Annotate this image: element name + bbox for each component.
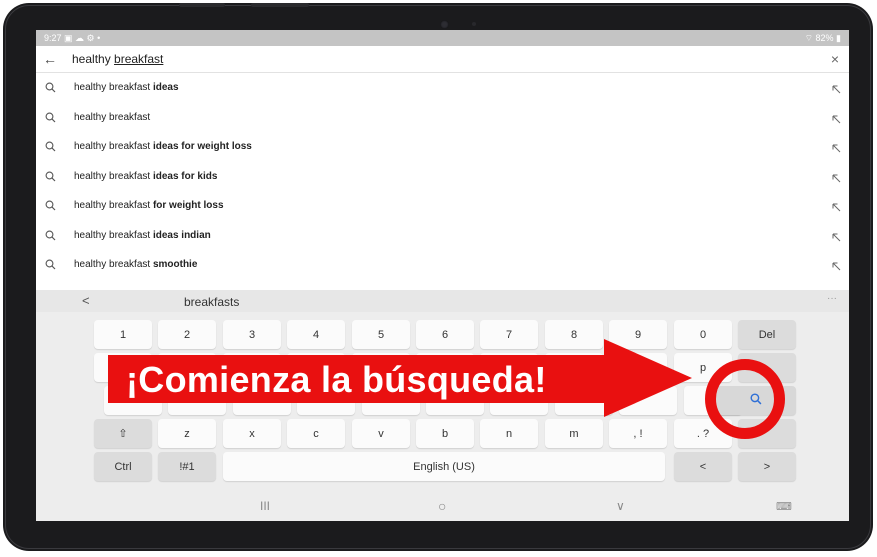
suggestion-item[interactable]: healthy breakfast ideas	[36, 73, 849, 103]
key-4[interactable]: v	[352, 419, 410, 448]
search-input[interactable]: healthy breakfast	[72, 52, 163, 66]
fill-query-arrow-icon[interactable]	[832, 111, 841, 129]
key-1[interactable]: z	[158, 419, 216, 448]
suggestion-item[interactable]: healthy breakfast ideas for kids	[36, 162, 849, 192]
home-icon[interactable]: ○	[438, 498, 446, 514]
search-icon	[36, 141, 64, 152]
cursor-right-key[interactable]: >	[738, 452, 796, 481]
instruction-banner: ¡Comienza la búsqueda!	[108, 339, 692, 417]
fill-query-arrow-icon[interactable]	[832, 258, 841, 276]
fill-query-arrow-icon[interactable]	[832, 170, 841, 188]
suggestion-item[interactable]: healthy breakfast ideas for weight loss	[36, 132, 849, 162]
search-icon	[36, 200, 64, 211]
suggestion-item[interactable]: healthy breakfast ideas indian	[36, 221, 849, 251]
front-camera	[440, 20, 449, 29]
query-text: healthy	[72, 52, 115, 66]
fill-query-arrow-icon[interactable]	[832, 199, 841, 217]
key-6[interactable]: n	[480, 419, 538, 448]
more-icon[interactable]: ···	[827, 293, 837, 304]
prediction-word[interactable]: breakfasts	[184, 295, 239, 309]
suggestion-item[interactable]: healthy breakfast for weight loss	[36, 191, 849, 221]
prediction-bar: < breakfasts ···	[36, 290, 849, 312]
status-icons: ▣ ☁ ⚙ •	[64, 33, 101, 43]
status-time: 9:27	[44, 33, 62, 43]
suggestion-text: healthy breakfast for weight loss	[74, 200, 224, 212]
suggestion-item[interactable]: healthy breakfast smoothie	[36, 250, 849, 280]
suggestion-text: healthy breakfast ideas	[74, 82, 179, 94]
status-bar: 9:27 ▣ ☁ ⚙ • ⌔ 82% ▮	[36, 30, 849, 46]
fill-query-arrow-icon[interactable]	[832, 81, 841, 99]
suggestion-text: healthy breakfast smoothie	[74, 259, 198, 271]
key-2[interactable]: x	[223, 419, 281, 448]
fill-query-arrow-icon[interactable]	[832, 229, 841, 247]
suggestion-text: healthy breakfast	[74, 111, 151, 123]
volume-button	[179, 3, 225, 7]
query-composing-word: breakfast	[114, 52, 164, 66]
arrow-head-icon	[604, 339, 692, 417]
ctrl-key[interactable]: Ctrl	[94, 452, 152, 481]
suggestion-text: healthy breakfast ideas indian	[74, 229, 211, 241]
search-icon	[36, 230, 64, 241]
search-icon	[36, 171, 64, 182]
suggestion-text: healthy breakfast ideas for kids	[74, 170, 218, 182]
key-8[interactable]: , !	[609, 419, 667, 448]
symbols-key[interactable]: !#1	[158, 452, 216, 481]
navigation-bar: III ○ ∨ ⌨	[36, 491, 849, 521]
highlight-circle	[705, 359, 785, 439]
fill-query-arrow-icon[interactable]	[832, 140, 841, 158]
keyboard-icon[interactable]: ⌨	[776, 500, 792, 513]
power-button	[251, 3, 309, 7]
delete-key[interactable]: Del	[738, 320, 796, 349]
nav-back-icon[interactable]: ∨	[616, 499, 625, 513]
recent-apps-icon[interactable]: III	[260, 499, 270, 513]
shift-key[interactable]: ⇧	[94, 419, 152, 448]
key-7[interactable]: m	[545, 419, 603, 448]
key-5[interactable]: b	[416, 419, 474, 448]
cursor-left-key[interactable]: <	[674, 452, 732, 481]
search-icon	[36, 82, 64, 93]
banner-text: ¡Comienza la búsqueda!	[126, 359, 547, 400]
suggestion-text: healthy breakfast ideas for weight loss	[74, 141, 252, 153]
prediction-back-button[interactable]: <	[82, 293, 90, 308]
search-icon	[36, 112, 64, 123]
space-key[interactable]: English (US)	[223, 452, 665, 481]
back-arrow-icon[interactable]: ←	[36, 51, 64, 67]
sensor-dot	[472, 22, 476, 26]
suggestion-item[interactable]: healthy breakfast	[36, 103, 849, 133]
search-icon	[36, 259, 64, 270]
suggestion-list: healthy breakfast ideas healthy breakfast…	[36, 73, 849, 280]
screen: 9:27 ▣ ☁ ⚙ • ⌔ 82% ▮ ← healthy breakfast…	[36, 30, 849, 521]
search-bar[interactable]: ← healthy breakfast ×	[36, 46, 849, 73]
clear-icon[interactable]: ×	[831, 51, 839, 67]
key-3[interactable]: c	[287, 419, 345, 448]
battery-status: ⌔ 82% ▮	[804, 33, 841, 43]
